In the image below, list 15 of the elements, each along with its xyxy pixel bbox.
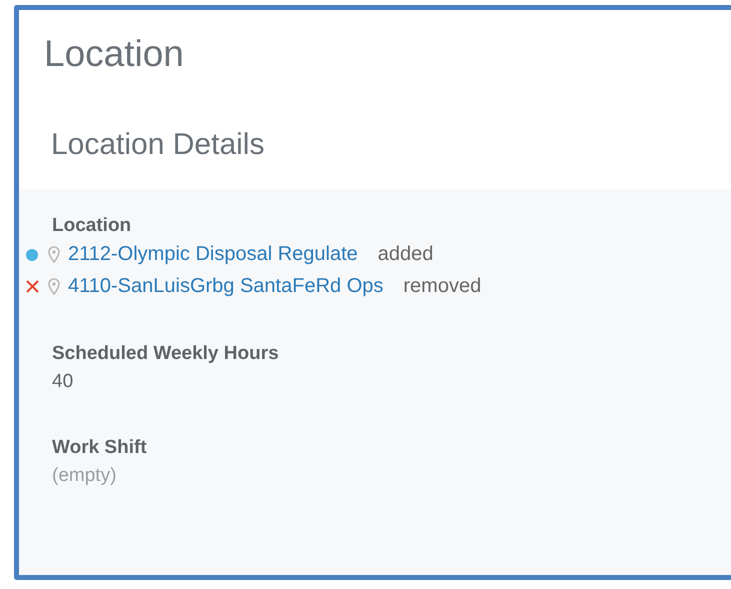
dot-icon [26,248,38,261]
change-status: added [378,243,434,266]
field-value: (empty) [52,464,116,488]
map-pin-icon [48,246,60,264]
field-label: Scheduled Weekly Hours [52,342,279,366]
cross-icon [26,280,38,294]
field-label: Location [52,214,132,238]
field-value: 40 [52,370,74,394]
change-status: removed [403,275,482,298]
location-link[interactable]: 4110-SanLuisGrbg SantaFeRd Ops [68,275,384,298]
location-link[interactable]: 2112-Olympic Disposal Regulate [68,243,358,266]
field-label: Work Shift [52,436,147,460]
section-title: Location Details [51,126,264,163]
page-title: Location [44,34,184,75]
map-pin-icon [48,278,60,296]
